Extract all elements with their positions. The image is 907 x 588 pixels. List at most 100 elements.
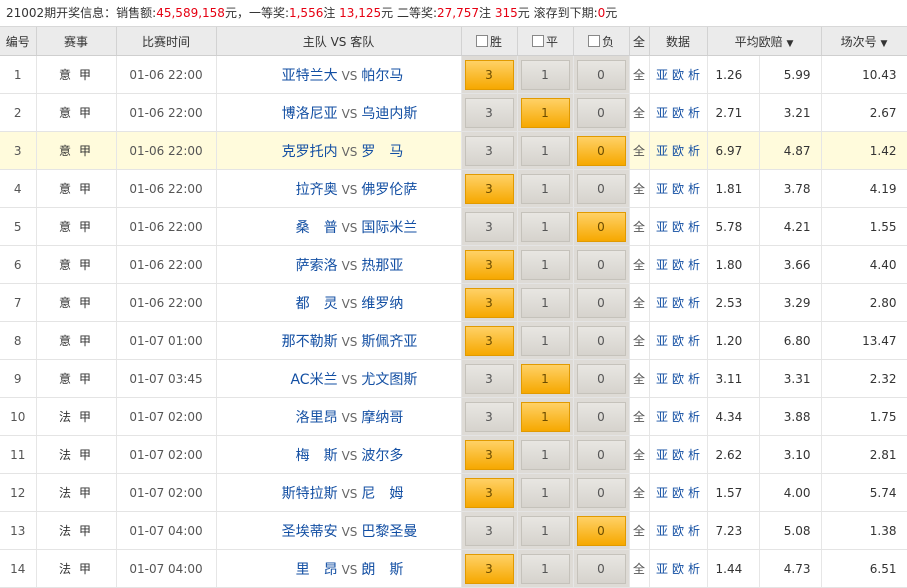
euro-odds-link[interactable]: 欧 — [672, 562, 684, 576]
home-team-link[interactable]: 圣埃蒂安 — [226, 521, 338, 541]
euro-odds-link[interactable]: 欧 — [672, 524, 684, 538]
analysis-link[interactable]: 析 — [688, 486, 700, 500]
asian-odds-link[interactable]: 亚 — [656, 524, 668, 538]
select-all-button[interactable]: 全 — [629, 283, 650, 322]
draw-button[interactable]: 1 — [520, 325, 570, 356]
select-all-button[interactable]: 全 — [629, 245, 650, 284]
asian-odds-link[interactable]: 亚 — [656, 486, 668, 500]
lose-button[interactable]: 0 — [576, 515, 626, 546]
asian-odds-link[interactable]: 亚 — [656, 220, 668, 234]
draw-button[interactable]: 1 — [520, 401, 570, 432]
analysis-link[interactable]: 析 — [688, 296, 700, 310]
analysis-link[interactable]: 析 — [688, 182, 700, 196]
asian-odds-link[interactable]: 亚 — [656, 106, 668, 120]
draw-button[interactable]: 1 — [520, 363, 570, 394]
lose-button[interactable]: 0 — [576, 363, 626, 394]
win-button[interactable]: 3 — [464, 477, 514, 508]
away-team-link[interactable]: 巴黎圣曼 — [361, 521, 451, 541]
asian-odds-link[interactable]: 亚 — [656, 68, 668, 82]
select-all-button[interactable]: 全 — [629, 321, 650, 360]
away-team-link[interactable]: 国际米兰 — [361, 217, 451, 237]
analysis-link[interactable]: 析 — [688, 106, 700, 120]
lose-button[interactable]: 0 — [576, 249, 626, 280]
lose-button[interactable]: 0 — [576, 325, 626, 356]
away-team-link[interactable]: 佛罗伦萨 — [361, 179, 451, 199]
draw-button[interactable]: 1 — [520, 477, 570, 508]
asian-odds-link[interactable]: 亚 — [656, 448, 668, 462]
away-team-link[interactable]: 热那亚 — [361, 255, 451, 275]
euro-odds-link[interactable]: 欧 — [672, 296, 684, 310]
away-team-link[interactable]: 波尔多 — [361, 445, 451, 465]
lose-button[interactable]: 0 — [576, 97, 626, 128]
select-all-button[interactable]: 全 — [629, 169, 650, 208]
lose-button[interactable]: 0 — [576, 211, 626, 242]
draw-button[interactable]: 1 — [520, 135, 570, 166]
home-team-link[interactable]: 萨索洛 — [226, 255, 338, 275]
select-all-button[interactable]: 全 — [629, 397, 650, 436]
euro-odds-link[interactable]: 欧 — [672, 106, 684, 120]
asian-odds-link[interactable]: 亚 — [656, 182, 668, 196]
away-team-link[interactable]: 摩纳哥 — [361, 407, 451, 427]
select-all-button[interactable]: 全 — [629, 435, 650, 474]
win-checkbox[interactable] — [475, 34, 488, 47]
home-team-link[interactable]: 拉齐奥 — [226, 179, 338, 199]
euro-odds-link[interactable]: 欧 — [672, 486, 684, 500]
home-team-link[interactable]: 洛里昂 — [226, 407, 338, 427]
home-team-link[interactable]: 斯特拉斯 — [226, 483, 338, 503]
analysis-link[interactable]: 析 — [688, 144, 700, 158]
win-button[interactable]: 3 — [464, 135, 514, 166]
analysis-link[interactable]: 析 — [688, 448, 700, 462]
euro-odds-link[interactable]: 欧 — [672, 220, 684, 234]
asian-odds-link[interactable]: 亚 — [656, 334, 668, 348]
draw-button[interactable]: 1 — [520, 211, 570, 242]
away-team-link[interactable]: 斯佩齐亚 — [361, 331, 451, 351]
home-team-link[interactable]: 都 灵 — [226, 293, 338, 313]
lose-button[interactable]: 0 — [576, 401, 626, 432]
home-team-link[interactable]: 桑 普 — [226, 217, 338, 237]
order-dropdown[interactable]: 场次号 ▼ — [821, 27, 907, 56]
away-team-link[interactable]: 维罗纳 — [361, 293, 451, 313]
win-button[interactable]: 3 — [464, 287, 514, 318]
euro-odds-link[interactable]: 欧 — [672, 448, 684, 462]
draw-button[interactable]: 1 — [520, 515, 570, 546]
win-button[interactable]: 3 — [464, 173, 514, 204]
draw-button[interactable]: 1 — [520, 173, 570, 204]
analysis-link[interactable]: 析 — [688, 562, 700, 576]
analysis-link[interactable]: 析 — [688, 524, 700, 538]
asian-odds-link[interactable]: 亚 — [656, 144, 668, 158]
draw-button[interactable]: 1 — [520, 287, 570, 318]
select-all-button[interactable]: 全 — [629, 549, 650, 588]
away-team-link[interactable]: 尼 姆 — [361, 483, 451, 503]
analysis-link[interactable]: 析 — [688, 220, 700, 234]
draw-button[interactable]: 1 — [520, 249, 570, 280]
select-all-button[interactable]: 全 — [629, 55, 650, 94]
lose-button[interactable]: 0 — [576, 135, 626, 166]
lose-button[interactable]: 0 — [576, 59, 626, 90]
home-team-link[interactable]: 梅 斯 — [226, 445, 338, 465]
home-team-link[interactable]: 里 昂 — [226, 559, 338, 579]
lose-button[interactable]: 0 — [576, 477, 626, 508]
lose-checkbox[interactable] — [587, 34, 600, 47]
euro-odds-link[interactable]: 欧 — [672, 144, 684, 158]
avg-odds-dropdown[interactable]: 平均欧赔 ▼ — [707, 27, 822, 56]
euro-odds-link[interactable]: 欧 — [672, 334, 684, 348]
away-team-link[interactable]: 朗 斯 — [361, 559, 451, 579]
home-team-link[interactable]: 克罗托内 — [226, 141, 338, 161]
draw-button[interactable]: 1 — [520, 553, 570, 584]
asian-odds-link[interactable]: 亚 — [656, 410, 668, 424]
draw-button[interactable]: 1 — [520, 97, 570, 128]
euro-odds-link[interactable]: 欧 — [672, 258, 684, 272]
asian-odds-link[interactable]: 亚 — [656, 372, 668, 386]
euro-odds-link[interactable]: 欧 — [672, 182, 684, 196]
lose-button[interactable]: 0 — [576, 173, 626, 204]
win-button[interactable]: 3 — [464, 363, 514, 394]
analysis-link[interactable]: 析 — [688, 410, 700, 424]
header-win-filter[interactable]: 胜 — [461, 27, 518, 56]
header-draw-filter[interactable]: 平 — [517, 27, 574, 56]
win-button[interactable]: 3 — [464, 249, 514, 280]
select-all-button[interactable]: 全 — [629, 359, 650, 398]
win-button[interactable]: 3 — [464, 97, 514, 128]
draw-button[interactable]: 1 — [520, 59, 570, 90]
analysis-link[interactable]: 析 — [688, 372, 700, 386]
away-team-link[interactable]: 罗 马 — [361, 141, 451, 161]
